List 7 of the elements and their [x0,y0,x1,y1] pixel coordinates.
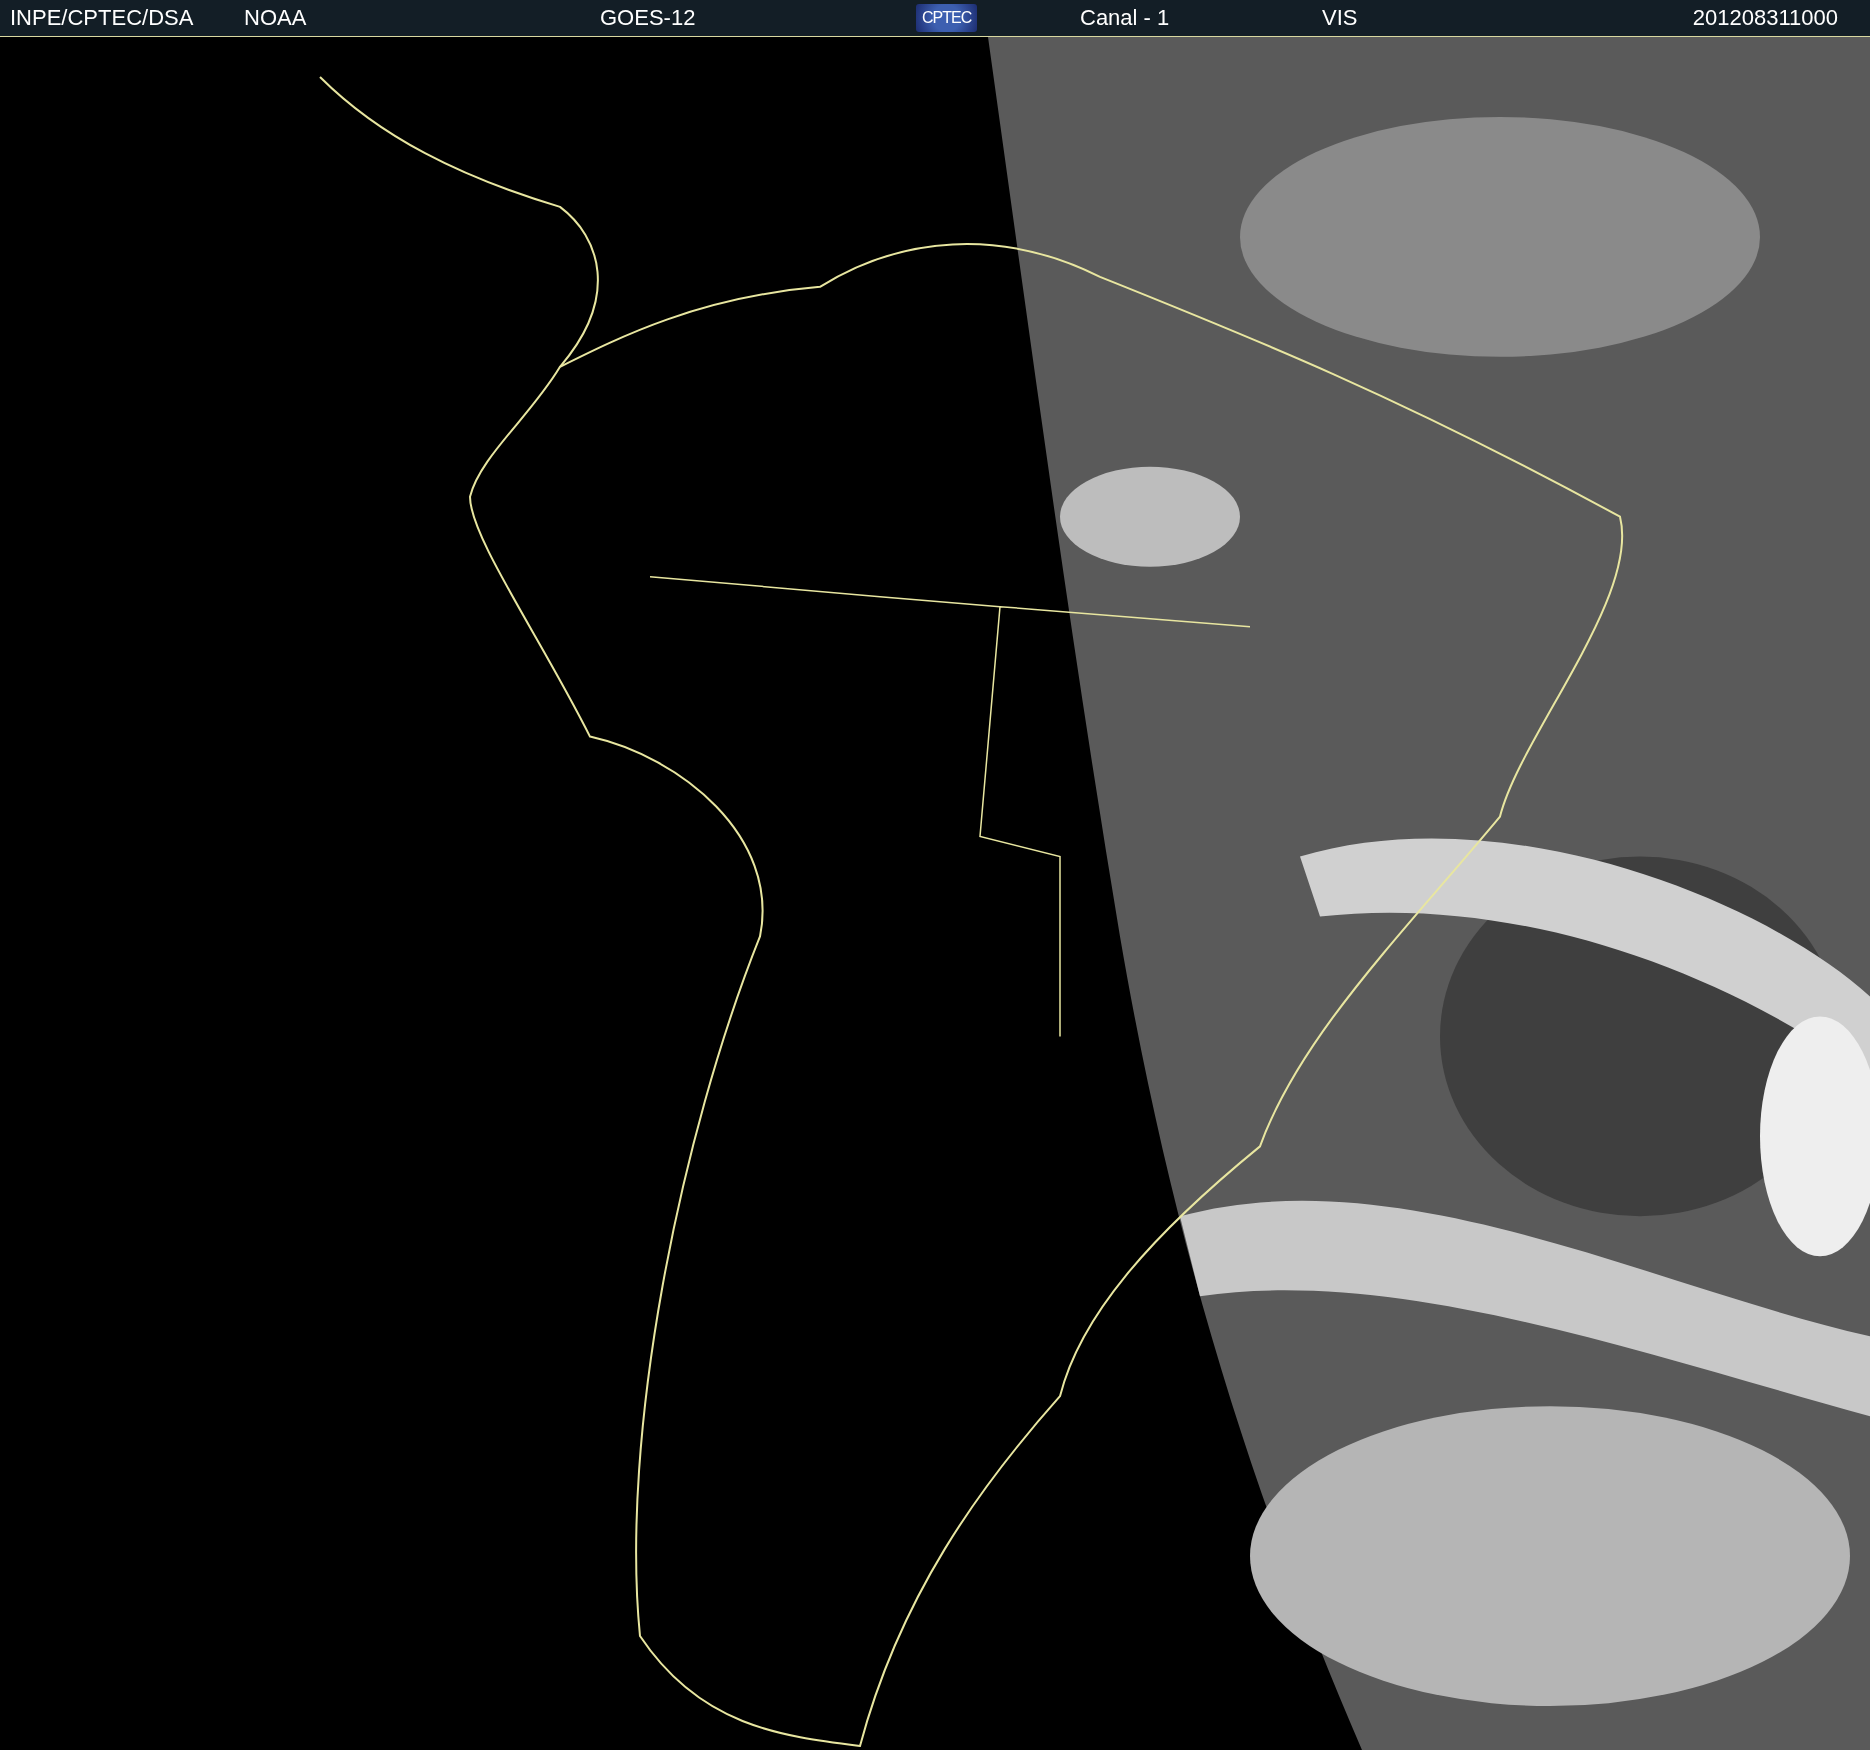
header-text: NOAA [244,5,307,31]
header-text: 201208311000 [1692,5,1838,31]
logo: CPTEC [916,4,978,32]
header-text: GOES-12 [600,5,696,31]
header-text: INPE/CPTEC/DSA [10,5,194,31]
header-text: VIS [1322,5,1358,31]
header-text: Canal - 1 [1080,5,1170,31]
